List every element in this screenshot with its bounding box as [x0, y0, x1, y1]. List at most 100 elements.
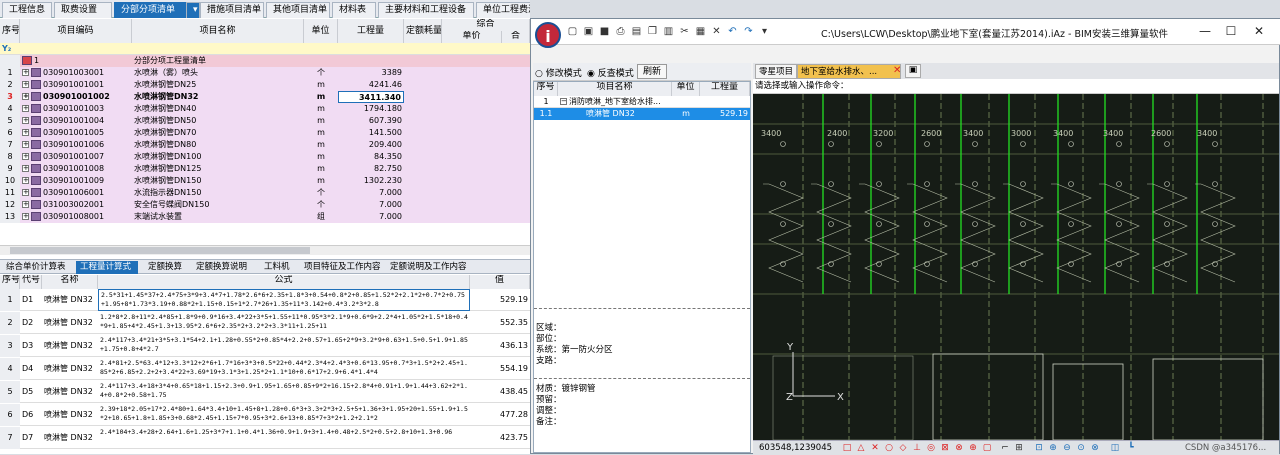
command-line[interactable]: 请选择或输入操作命令：	[753, 79, 1279, 94]
close-tab-icon[interactable]: ✕	[893, 65, 901, 76]
collapse-icon[interactable]: −	[560, 98, 567, 105]
tab-0[interactable]: 工程信息	[2, 2, 52, 18]
expand-icon[interactable]: +	[22, 141, 29, 148]
snap-perpendicular-icon[interactable]: ⊥	[911, 442, 923, 454]
layer-icon[interactable]: ┗	[1125, 442, 1137, 454]
expand-icon[interactable]: +	[22, 177, 29, 184]
bottom-tab-3[interactable]: 定额换算说明	[192, 261, 254, 274]
snap-center-icon[interactable]: ○	[883, 442, 895, 454]
new-file-icon[interactable]: ▢	[567, 26, 578, 37]
bottom-tab-4[interactable]: 工料机	[260, 261, 294, 274]
bill-row[interactable]: 10 +030901001009 水喷淋钢管DN150 m 1302.230	[0, 175, 530, 187]
open-folder-icon[interactable]: ▣	[583, 26, 594, 37]
bill-row[interactable]: 12 +031003002001 安全信号蝶阀DN150 个 7.000	[0, 199, 530, 211]
zoom-window-icon[interactable]: ⊡	[1033, 442, 1045, 454]
tab-2[interactable]: 分部分项清单	[114, 2, 186, 18]
minimize-icon[interactable]: —	[1195, 23, 1215, 39]
expand-icon[interactable]: +	[22, 153, 29, 160]
zoom-extents-icon[interactable]: ⊙	[1075, 442, 1087, 454]
expand-icon[interactable]: +	[22, 117, 29, 124]
paste-icon[interactable]: ▥	[663, 26, 674, 37]
expand-icon[interactable]: +	[22, 81, 29, 88]
ortho-icon[interactable]: ⌐	[999, 442, 1011, 454]
maximize-icon[interactable]: ☐	[1221, 23, 1241, 39]
bill-row[interactable]: 8 +030901001007 水喷淋钢管DN100 m 84.350	[0, 151, 530, 163]
formula-row[interactable]: 3 D3 喷淋管 DN32 2.4*117+3.4*21+3*5+3.1*54+2.1…	[0, 335, 530, 357]
bill-row[interactable]: 1 分部分项工程量清单	[0, 55, 530, 67]
copy-icon[interactable]: ❐	[647, 26, 658, 37]
tab-1[interactable]: 取费设置	[54, 2, 112, 18]
snap-tangent-icon[interactable]: ◎	[925, 442, 937, 454]
snap-quadrant-icon[interactable]: ◇	[897, 442, 909, 454]
lookup-row-selected[interactable]: 1.1 喷淋管 DN32 m 529.19	[534, 108, 750, 120]
bill-row[interactable]: 9 +030901001008 水喷淋钢管DN125 m 82.750	[0, 163, 530, 175]
tab-drawing[interactable]: 地下室给水排水、...	[797, 64, 901, 79]
print-icon[interactable]: ⎙	[615, 26, 626, 37]
bottom-tab-0[interactable]: 综合单价计算表	[2, 261, 70, 274]
new-tab-icon[interactable]: ▣	[905, 64, 921, 78]
app-logo[interactable]: i	[535, 22, 561, 48]
mode-reverse[interactable]: ◉ 反查模式	[587, 66, 634, 79]
cad-viewport[interactable]: 3400 2400 3200 2600 3400 3000 3400 3400 2600 3400…	[753, 94, 1279, 440]
mode-edit[interactable]: ○ 修改模式	[535, 66, 582, 79]
snap-insert-icon[interactable]: ▢	[981, 442, 993, 454]
zoom-in-icon[interactable]: ⊕	[1047, 442, 1059, 454]
scroll-thumb[interactable]	[10, 247, 310, 254]
grid-toggle-icon[interactable]: ⊞	[1013, 442, 1025, 454]
clipboard-icon[interactable]: ▦	[695, 26, 706, 37]
snap-nearest-icon[interactable]: ⊠	[939, 442, 951, 454]
expand-icon[interactable]: +	[22, 201, 29, 208]
bill-row[interactable]: 1 +030901003001 水喷淋（雾）喷头个 3389	[0, 67, 530, 79]
formula-row[interactable]: 7 D7 喷淋管 DN32 2.4*104+3.4+28+2.64+1.6+1.25+…	[0, 427, 530, 449]
tab-dropdown-icon[interactable]: ▾	[186, 2, 200, 18]
tab-7[interactable]: 单位工程费汇总表	[476, 2, 530, 18]
zoom-out-icon[interactable]: ⊖	[1061, 442, 1073, 454]
snap-extension-icon[interactable]: ⊕	[967, 442, 979, 454]
tab-misc-items[interactable]: 零星项目	[755, 64, 798, 79]
expand-icon[interactable]: +	[22, 165, 29, 172]
tab-4[interactable]: 其他项目清单	[266, 2, 330, 18]
expand-icon[interactable]: +	[22, 213, 29, 220]
bill-row[interactable]: 4 +030901001003 水喷淋钢管DN40 m 1794.180	[0, 103, 530, 115]
filter-row[interactable]: Y₂	[0, 43, 530, 55]
expand-icon[interactable]: +	[22, 189, 29, 196]
refresh-button[interactable]: 刷新	[637, 64, 668, 79]
bill-row[interactable]: 6 +030901001005 水喷淋钢管DN70 m 141.500	[0, 127, 530, 139]
formula-text[interactable]: 2.5*31+1.45*37+2.4*75+3*9+3.4*7+1.78*2.6…	[98, 289, 470, 311]
snap-midpoint-icon[interactable]: △	[855, 442, 867, 454]
bottom-tab-1[interactable]: 工程量计算式	[76, 261, 138, 274]
delete-icon[interactable]: ✕	[711, 26, 722, 37]
formula-row[interactable]: 6 D6 喷淋管 DN32 2.39+18*2.05+17*2.4*80+1.64*3…	[0, 404, 530, 426]
expand-icon[interactable]: +	[22, 93, 29, 100]
save-icon[interactable]: ■	[599, 26, 610, 37]
expand-icon[interactable]: +	[22, 105, 29, 112]
formula-row[interactable]: 1 D1 喷淋管 DN32 2.5*31+1.45*37+2.4*75+3*9+3.4…	[0, 289, 530, 311]
formula-row[interactable]: 4 D4 喷淋管 DN32 2.4*81+2.5*63.4*12+3.3*12+2*6…	[0, 358, 530, 380]
bill-row[interactable]: 13 +030901008001 末端试水装置组 7.000	[0, 211, 530, 223]
bottom-tab-2[interactable]: 定额换算	[144, 261, 186, 274]
lookup-row[interactable]: 1 − 消防喷淋_地下室给水排...	[534, 96, 750, 108]
bottom-tab-5[interactable]: 项目特征及工作内容	[300, 261, 381, 274]
expand-icon[interactable]: +	[22, 129, 29, 136]
formula-row[interactable]: 5 D5 喷淋管 DN32 2.4*117+3.4+18+3*4+0.65*18+1.…	[0, 381, 530, 403]
filter-icon[interactable]: Y₂	[0, 43, 20, 55]
bill-row[interactable]: 7 +030901001006 水喷淋钢管DN80 m 209.400	[0, 139, 530, 151]
pan-icon[interactable]: ⊗	[1089, 442, 1101, 454]
snap-intersection-icon[interactable]: ✕	[869, 442, 881, 454]
snap-node-icon[interactable]: ⊗	[953, 442, 965, 454]
redo-icon[interactable]: ↷	[743, 26, 754, 37]
undo-icon[interactable]: ↶	[727, 26, 738, 37]
snap-endpoint-icon[interactable]: □	[841, 442, 853, 454]
bill-row[interactable]: 11 +030901006001 水流指示器DN150 个 7.000	[0, 187, 530, 199]
tab-3[interactable]: 措施项目清单	[200, 2, 264, 18]
grid-hscrollbar[interactable]	[0, 245, 530, 255]
cut-icon[interactable]: ✂	[679, 26, 690, 37]
tab-6[interactable]: 主要材料和工程设备	[378, 2, 474, 18]
dropdown-icon[interactable]: ▾	[759, 26, 770, 37]
bill-row[interactable]: 2 +030901001001 水喷淋钢管DN25 m 4241.46	[0, 79, 530, 91]
bottom-tab-6[interactable]: 定额说明及工作内容	[386, 261, 468, 274]
view-icon[interactable]: ◫	[1109, 442, 1121, 454]
bill-row[interactable]: 3 +030901001002 水喷淋钢管DN32 m 3411.340	[0, 91, 530, 103]
formula-row[interactable]: 2 D2 喷淋管 DN32 1.2*8*2.8+11*2.4*85+1.8*9+0.9…	[0, 312, 530, 334]
expand-icon[interactable]: +	[22, 69, 29, 76]
